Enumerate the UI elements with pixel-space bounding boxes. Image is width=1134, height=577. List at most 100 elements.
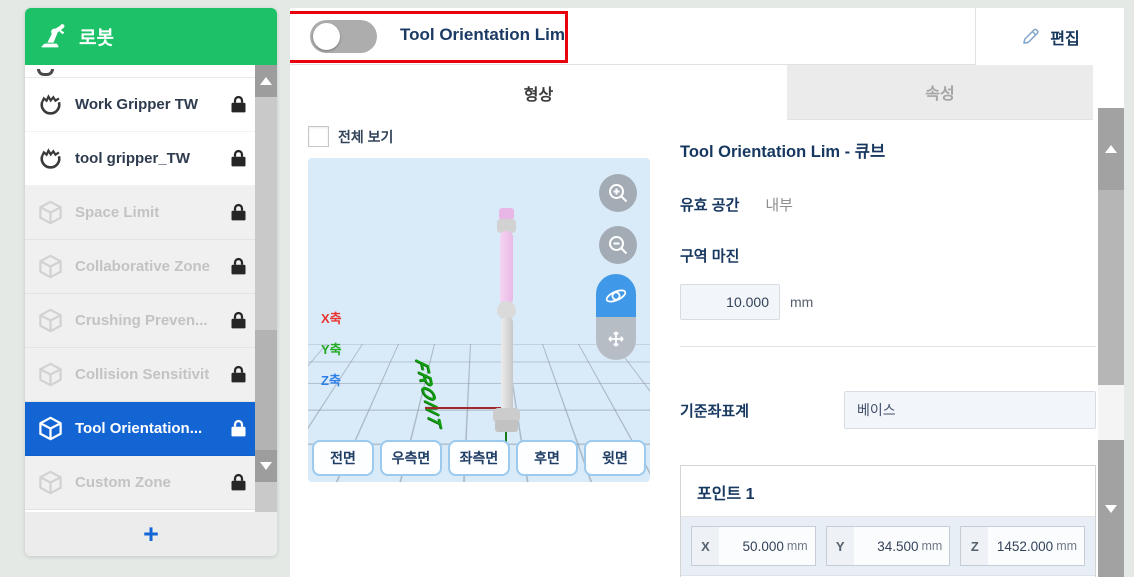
tab-shape[interactable]: 형상 — [290, 65, 787, 120]
show-all-checkbox[interactable] — [308, 126, 329, 147]
lock-icon — [228, 256, 249, 277]
sidebar-list: Work Gripper TW tool gripper_TW — [25, 65, 277, 512]
point-1-section: 포인트 1 X 50.000 mm Y 34.500 mm Z 1452.000… — [680, 465, 1096, 577]
gripper-icon — [37, 91, 64, 118]
view-right-button[interactable]: 우측면 — [380, 440, 442, 476]
sidebar-item-collision-sensitivity[interactable]: Collision Sensitivit — [25, 348, 255, 402]
robot-arm-icon — [38, 22, 68, 52]
lock-icon — [228, 472, 249, 493]
section-divider — [680, 346, 1096, 347]
coord-z-unit: mm — [1056, 539, 1077, 553]
sidebar-item-custom-zone[interactable]: Custom Zone — [25, 456, 255, 510]
rotate-mode-button[interactable] — [596, 274, 636, 317]
cube-icon — [37, 199, 64, 226]
reference-frame-row: 기준좌표계 — [680, 391, 1096, 429]
coord-x-label: X — [692, 527, 719, 565]
view-top-button[interactable]: 윗면 — [584, 440, 646, 476]
main-panel: Tool Orientation Lim 편집 형상 속성 전체 보기 FRON… — [290, 8, 1124, 577]
zone-margin-input[interactable] — [680, 284, 780, 320]
valid-space-row: 유효 공간 내부 — [680, 194, 1096, 215]
coord-y-label: Y — [827, 527, 854, 565]
lock-icon — [228, 364, 249, 385]
edit-button[interactable]: 편집 — [975, 8, 1124, 65]
scroll-down-icon[interactable] — [1098, 440, 1124, 577]
orbit-icon — [604, 284, 628, 308]
sidebar-scrollbar[interactable] — [255, 65, 277, 512]
zoom-out-button[interactable] — [599, 226, 637, 264]
coord-x-field[interactable]: X 50.000 mm — [691, 526, 816, 566]
sidebar-item-crushing-prevention[interactable]: Crushing Preven... — [25, 294, 255, 348]
view-preset-buttons: 전면 우측면 좌측면 후면 윗면 — [312, 440, 646, 476]
cube-icon — [37, 469, 64, 496]
move-arrows-icon — [604, 327, 628, 351]
x-axis-label: X축 — [321, 308, 342, 327]
lock-icon — [228, 202, 249, 223]
valid-space-label: 유효 공간 — [680, 194, 739, 215]
lock-icon — [228, 94, 249, 115]
sidebar-header: 로봇 — [25, 8, 277, 65]
cube-icon — [37, 253, 64, 280]
zone-margin-row: mm — [680, 284, 1096, 320]
coord-z-field[interactable]: Z 1452.000 mm — [960, 526, 1085, 566]
main-scrollbar-thumb[interactable] — [1098, 190, 1124, 385]
scroll-down-icon[interactable] — [255, 450, 277, 482]
coord-y-unit: mm — [922, 539, 943, 553]
z-axis-label: Z축 — [321, 370, 342, 389]
main-header: Tool Orientation Lim 편집 — [290, 8, 1124, 65]
plus-icon: + — [143, 521, 159, 548]
coord-z-label: Z — [961, 527, 988, 565]
axis-legend: X축 Y축 Z축 — [321, 308, 342, 389]
tab-properties[interactable]: 속성 — [787, 65, 1093, 120]
zone-margin-label: 구역 마진 — [680, 245, 1096, 266]
sidebar-item-work-gripper-tw[interactable]: Work Gripper TW — [25, 78, 255, 132]
cube-icon — [37, 361, 64, 388]
toggle-knob — [313, 23, 340, 50]
show-all-control: 전체 보기 — [308, 126, 393, 147]
add-item-button[interactable]: + — [25, 512, 277, 556]
view-back-button[interactable]: 후면 — [516, 440, 578, 476]
tool-orientation-toggle[interactable] — [310, 20, 377, 53]
scroll-up-icon[interactable] — [255, 65, 277, 97]
cube-icon — [37, 415, 64, 442]
list-item-partial[interactable] — [25, 65, 277, 78]
sidebar-item-tool-gripper-tw[interactable]: tool gripper_TW — [25, 132, 255, 186]
lock-icon — [228, 418, 249, 439]
coord-x-value: 50.000 — [719, 539, 784, 554]
main-scrollbar[interactable] — [1098, 108, 1124, 577]
scroll-up-icon[interactable] — [1098, 108, 1124, 190]
coord-x-unit: mm — [787, 539, 808, 553]
lock-icon — [228, 148, 249, 169]
robot-3d-viewer[interactable]: FRONT X축 Y축 Z축 — [308, 158, 650, 482]
magnifier-plus-icon — [606, 181, 630, 205]
robot-sidebar: 로봇 Work Gripper TW tool grip — [25, 8, 277, 556]
view-left-button[interactable]: 좌측면 — [448, 440, 510, 476]
pencil-icon — [1020, 26, 1041, 47]
view-front-button[interactable]: 전면 — [312, 440, 374, 476]
reference-frame-label: 기준좌표계 — [680, 400, 749, 421]
magnifier-minus-icon — [606, 233, 630, 257]
gripper-icon — [37, 145, 64, 172]
zone-title: Tool Orientation Lim — [400, 25, 565, 45]
pan-mode-button[interactable] — [596, 317, 636, 360]
lock-icon — [228, 310, 249, 331]
zoom-in-button[interactable] — [599, 174, 637, 212]
properties-title: Tool Orientation Lim - 큐브 — [680, 138, 1096, 162]
coord-y-field[interactable]: Y 34.500 mm — [826, 526, 951, 566]
cube-icon — [37, 307, 64, 334]
zone-margin-unit: mm — [790, 294, 813, 310]
properties-panel: Tool Orientation Lim - 큐브 유효 공간 내부 구역 마진… — [680, 120, 1096, 577]
sidebar-item-collaborative-zone[interactable]: Collaborative Zone — [25, 240, 255, 294]
coord-z-value: 1452.000 — [988, 539, 1053, 554]
viewer-mode-switch — [596, 274, 636, 360]
sidebar-item-space-limit[interactable]: Space Limit — [25, 186, 255, 240]
point-1-coords: X 50.000 mm Y 34.500 mm Z 1452.000 mm — [681, 517, 1095, 576]
show-all-label: 전체 보기 — [338, 127, 393, 147]
sidebar-item-tool-orientation[interactable]: Tool Orientation... — [25, 402, 255, 456]
partial-icon — [37, 69, 54, 76]
y-axis-label: Y축 — [321, 339, 342, 358]
coord-y-value: 34.500 — [854, 539, 919, 554]
tab-bar: 형상 속성 — [290, 65, 1124, 120]
reference-frame-input[interactable] — [844, 391, 1096, 429]
point-1-title: 포인트 1 — [681, 466, 1095, 517]
valid-space-value: 내부 — [765, 194, 793, 215]
